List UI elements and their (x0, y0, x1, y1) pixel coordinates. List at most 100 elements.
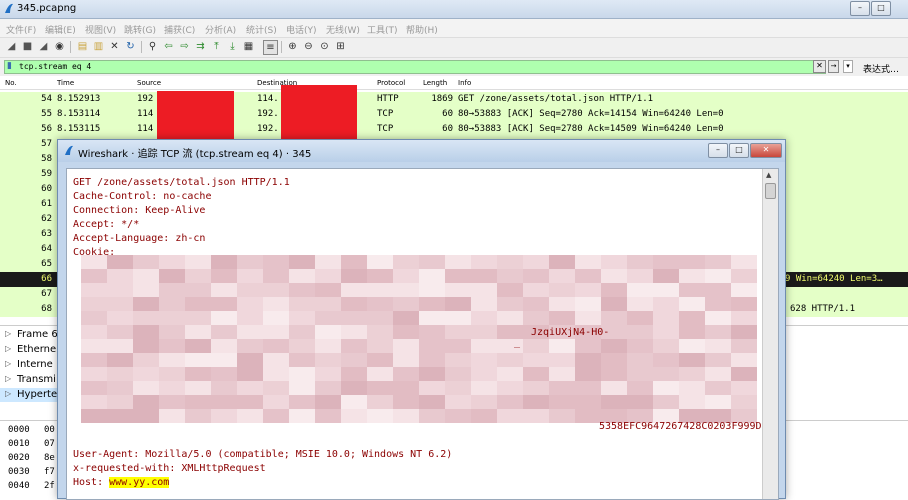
menu-capture[interactable]: 捕获(C) (164, 23, 195, 36)
mosaic-block (159, 269, 185, 283)
packet-row[interactable]: 56 8.153115 114 192. TCP 60 80→53883 [ACK] Seq… (0, 122, 908, 138)
go-to-packet-icon[interactable]: ⇉ (194, 40, 207, 53)
bytes-row[interactable]: 0000 00 (8, 425, 55, 435)
menu-view[interactable]: 视图(V) (85, 23, 116, 36)
packet-row[interactable]: 54 8.152913 192 114. HTTP 1869 GET /zone/asset… (0, 92, 908, 108)
open-file-icon[interactable]: ▤ (76, 40, 89, 53)
resize-columns-icon[interactable]: ⊞ (334, 40, 347, 53)
scroll-up-arrow-icon: ▲ (766, 171, 772, 179)
mosaic-block (445, 353, 471, 367)
mosaic-block (185, 283, 211, 297)
zoom-out-icon[interactable]: ⊖ (302, 40, 315, 53)
detail-hypertext[interactable]: ▷ Hypertex (0, 388, 63, 402)
mosaic-block (601, 395, 627, 409)
filter-history-dropdown[interactable]: ▾ (843, 60, 853, 73)
minimize-button[interactable]: – (850, 1, 870, 16)
mosaic-block (471, 367, 497, 381)
save-file-icon[interactable]: ▥ (92, 40, 105, 53)
col-source[interactable]: Source (137, 79, 161, 87)
stream-vertical-scrollbar[interactable]: ▲ (762, 169, 778, 499)
mosaic-block (575, 381, 601, 395)
mosaic-block (471, 269, 497, 283)
dialog-maximize-button[interactable]: □ (729, 143, 749, 158)
bookmark-icon[interactable]: ▮ (7, 61, 15, 73)
maximize-button[interactable]: □ (871, 1, 891, 16)
col-length[interactable]: Length (423, 79, 447, 87)
packet-row[interactable]: 55 8.153114 114 192. TCP 60 80→53883 [ACK] Seq… (0, 107, 908, 123)
zoom-reset-icon[interactable]: ⊙ (318, 40, 331, 53)
detail-transmission[interactable]: ▷ Transmi (0, 373, 60, 387)
col-time[interactable]: Time (57, 79, 74, 87)
menu-wireless[interactable]: 无线(W) (326, 23, 360, 36)
mosaic-block (263, 409, 289, 423)
restart-capture-icon[interactable]: ◢ (37, 40, 50, 53)
capture-options-icon[interactable]: ◉ (53, 40, 66, 53)
cell-len: 60 (442, 109, 453, 119)
mosaic-block (133, 339, 159, 353)
expression-button[interactable]: 表达式… (863, 62, 899, 75)
first-packet-icon[interactable]: ⤒ (210, 40, 223, 53)
cell-proto: TCP (377, 109, 394, 119)
mosaic-block (731, 269, 757, 283)
mosaic-block (601, 283, 627, 297)
go-back-icon[interactable]: ⇦ (162, 40, 175, 53)
mosaic-block (549, 409, 575, 423)
menu-file[interactable]: 文件(F) (6, 23, 36, 36)
detail-frame[interactable]: ▷ Frame 6 (0, 328, 60, 342)
stream-fragment: JzqiUXjN4-H0- (531, 327, 610, 338)
mosaic-block (81, 255, 107, 269)
bytes-row[interactable]: 0010 07 (8, 439, 55, 449)
cell-proto: HTTP (377, 94, 399, 104)
bytes-row[interactable]: 0040 2f (8, 481, 55, 491)
bytes-row[interactable]: 0030 f7 (8, 467, 55, 477)
mosaic-block (627, 325, 653, 339)
col-protocol[interactable]: Protocol (377, 79, 405, 87)
menu-statistics[interactable]: 统计(S) (246, 23, 277, 36)
menu-tools[interactable]: 工具(T) (367, 23, 398, 36)
mosaic-block (263, 297, 289, 311)
mosaic-block (731, 255, 757, 269)
mosaic-block (601, 297, 627, 311)
zoom-in-icon[interactable]: ⊕ (286, 40, 299, 53)
reload-file-icon[interactable]: ↻ (124, 40, 137, 53)
bytes-row[interactable]: 0020 8e (8, 453, 55, 463)
mosaic-block (653, 297, 679, 311)
scroll-thumb[interactable] (765, 183, 776, 199)
mosaic-block (107, 325, 133, 339)
detail-ethernet[interactable]: ▷ Etherne (0, 343, 60, 357)
menu-go[interactable]: 跳转(G) (124, 23, 156, 36)
mosaic-block (419, 339, 445, 353)
colorize-icon[interactable]: ≡ (263, 40, 278, 55)
mosaic-block (601, 367, 627, 381)
close-file-icon[interactable]: ✕ (108, 40, 121, 53)
menu-edit[interactable]: 编辑(E) (45, 23, 76, 36)
find-packet-icon[interactable]: ⚲ (146, 40, 159, 53)
mosaic-block (679, 367, 705, 381)
mosaic-block (705, 395, 731, 409)
detail-internet[interactable]: ▷ Interne (0, 358, 60, 372)
autoscroll-icon[interactable]: ▦ (242, 40, 255, 53)
dialog-close-button[interactable]: ✕ (750, 143, 782, 158)
menu-telephony[interactable]: 电话(Y) (286, 23, 317, 36)
dialog-minimize-button[interactable]: – (708, 143, 728, 158)
mosaic-block (367, 409, 393, 423)
start-capture-icon[interactable]: ◢ (5, 40, 18, 53)
col-no[interactable]: No. (5, 79, 17, 87)
mosaic-block (497, 283, 523, 297)
go-forward-icon[interactable]: ⇨ (178, 40, 191, 53)
stop-capture-icon[interactable]: ■ (21, 40, 34, 53)
stream-content[interactable]: GET /zone/assets/total.json HTTP/1.1 Cac… (66, 168, 779, 500)
menu-help[interactable]: 帮助(H) (406, 23, 438, 36)
apply-filter-button[interactable]: → (828, 60, 839, 73)
clear-filter-button[interactable]: ✕ (813, 60, 826, 73)
last-packet-icon[interactable]: ⤓ (226, 40, 239, 53)
mosaic-block (159, 283, 185, 297)
cell-info: GET /zone/assets/total.json HTTP/1.1 (458, 94, 654, 104)
col-info[interactable]: Info (458, 79, 471, 87)
filter-text[interactable]: tcp.stream eq 4 (19, 62, 91, 71)
mosaic-block (419, 297, 445, 311)
mosaic-block (627, 339, 653, 353)
mosaic-block (523, 255, 549, 269)
menu-analyze[interactable]: 分析(A) (205, 23, 236, 36)
display-filter-input[interactable]: ▮ tcp.stream eq 4 (4, 60, 826, 74)
